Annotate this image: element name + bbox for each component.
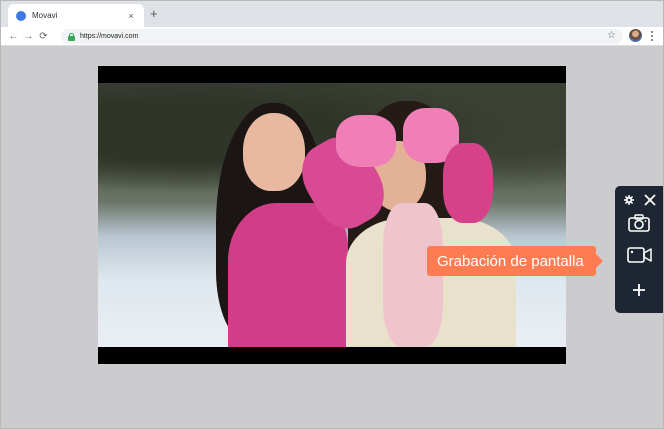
video-camera-icon[interactable] — [627, 247, 652, 263]
browser-window: Movavi × + ← → ⟳ https://movavi.com ☆ Gr… — [0, 0, 664, 429]
profile-avatar[interactable] — [629, 29, 642, 42]
tab-title: Movavi — [32, 11, 58, 20]
gear-icon[interactable] — [624, 195, 634, 205]
camera-icon[interactable] — [628, 214, 650, 232]
close-icon[interactable] — [644, 194, 656, 206]
bookmark-star-icon[interactable]: ☆ — [607, 30, 616, 41]
movavi-icon — [16, 10, 26, 21]
new-tab-button[interactable]: + — [150, 6, 158, 22]
tooltip-label: Grabación de pantalla — [437, 252, 584, 270]
recorder-panel — [615, 186, 663, 313]
browser-menu-icon[interactable] — [649, 30, 655, 42]
back-button[interactable]: ← — [6, 29, 21, 44]
reload-button[interactable]: ⟳ — [36, 29, 51, 44]
tab-strip: Movavi × + — [1, 1, 663, 27]
lock-icon — [68, 32, 75, 41]
close-tab-icon[interactable]: × — [126, 11, 136, 21]
plus-icon[interactable] — [631, 282, 647, 298]
url-text[interactable]: https://movavi.com — [80, 33, 138, 40]
address-bar[interactable]: https://movavi.com — [61, 29, 623, 44]
video-frame — [98, 83, 566, 347]
tooltip-arrow — [595, 254, 603, 268]
screen-recording-tooltip: Grabación de pantalla — [427, 246, 603, 276]
tab-movavi[interactable]: Movavi × — [8, 4, 144, 27]
forward-button[interactable]: → — [21, 29, 36, 44]
page-content: Grabación de pantalla — [1, 46, 663, 428]
video-player[interactable] — [98, 66, 566, 364]
browser-toolbar: ← → ⟳ https://movavi.com ☆ — [1, 27, 663, 46]
